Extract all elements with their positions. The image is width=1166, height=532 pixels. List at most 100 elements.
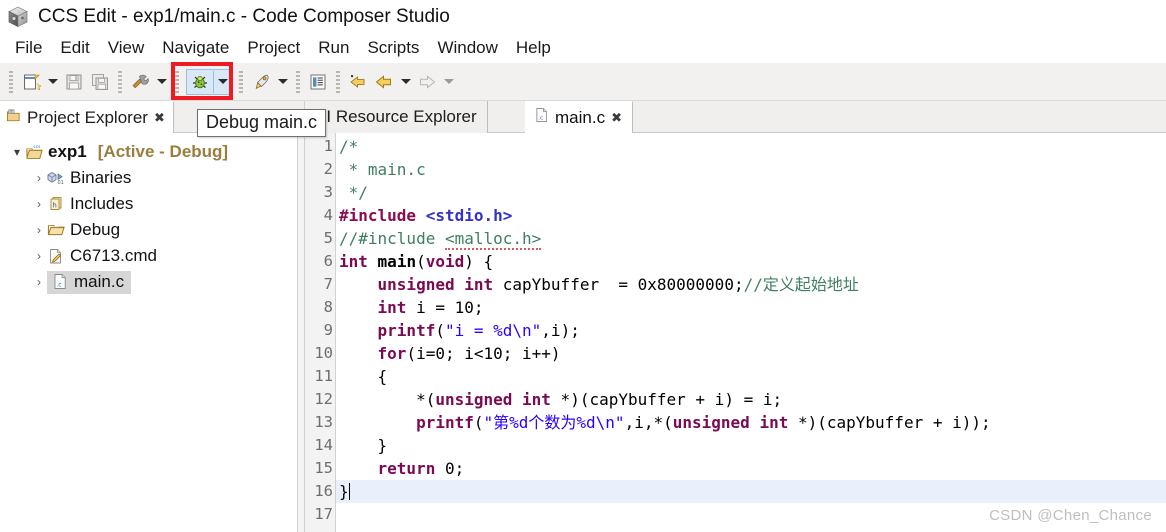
line-number: 1 xyxy=(323,137,333,155)
code-content[interactable]: /* * main.c */ #include <stdio.h> //#inc… xyxy=(336,133,1166,532)
title-bar: CCS Edit - exp1/main.c - Code Composer S… xyxy=(0,0,1166,33)
svg-text:ccs: ccs xyxy=(33,144,40,149)
tree-item-debug[interactable]: › Debug xyxy=(0,217,304,243)
toolbar-grip[interactable] xyxy=(9,70,13,93)
line-number: 11 xyxy=(314,367,333,385)
binaries-icon: 01 xyxy=(46,170,66,186)
menu-item-project[interactable]: Project xyxy=(238,36,309,60)
tree-item-binaries[interactable]: › 01 Binaries xyxy=(0,165,304,191)
tab-ti-resource-explorer-label: TI Resource Explorer xyxy=(316,107,477,126)
forward-button[interactable] xyxy=(414,69,440,95)
chevron-right-icon[interactable]: › xyxy=(32,275,46,289)
tree-item-includes-label: Includes xyxy=(70,194,134,213)
line-number: 6 xyxy=(323,252,333,270)
code-line-9: printf("i = %d\n",i); xyxy=(377,321,580,340)
tab-ti-resource-explorer[interactable]: TI Resource Explorer xyxy=(306,101,488,133)
chevron-right-icon[interactable]: › xyxy=(32,249,46,263)
chevron-right-icon[interactable]: › xyxy=(32,197,46,211)
ccs-project-folder-icon: ccs xyxy=(24,144,44,161)
panel-splitter[interactable] xyxy=(297,133,305,532)
save-all-button[interactable] xyxy=(87,69,113,95)
menu-item-window[interactable]: Window xyxy=(428,36,506,60)
code-line-12: *(unsigned int *)(capYbuffer + i) = i; xyxy=(339,390,783,409)
line-number: 8 xyxy=(323,298,333,316)
tree-item-c6713-cmd[interactable]: › C6713.cmd xyxy=(0,243,304,269)
chevron-down-icon[interactable]: ▾ xyxy=(10,145,24,159)
chevron-right-icon[interactable]: › xyxy=(32,223,46,237)
new-button[interactable] xyxy=(18,69,44,95)
outline-toggle-button[interactable] xyxy=(305,69,331,95)
line-number: 9 xyxy=(323,321,333,339)
build-button[interactable] xyxy=(127,69,153,95)
tree-item-main-c-selection: .c main.c xyxy=(47,270,132,294)
cmd-file-icon xyxy=(46,248,66,265)
close-icon[interactable]: ✖ xyxy=(611,111,622,124)
tree-item-c6713-cmd-label: C6713.cmd xyxy=(70,246,157,265)
line-number: 4 xyxy=(323,206,333,224)
menu-item-run[interactable]: Run xyxy=(309,36,358,60)
debug-button-group[interactable] xyxy=(186,68,232,95)
run-button[interactable] xyxy=(248,69,274,95)
line-number: 16 xyxy=(314,482,333,500)
line-number: 14 xyxy=(314,436,333,454)
debug-button[interactable] xyxy=(187,69,213,95)
close-icon[interactable]: ✖ xyxy=(154,111,165,124)
line-number: 3 xyxy=(323,183,333,201)
tree-item-exp1[interactable]: ▾ ccs exp1 [Active - Debug] xyxy=(0,139,304,165)
code-line-10: for(i=0; i<10; i++) xyxy=(377,344,561,363)
tab-project-explorer[interactable]: Project Explorer ✖ xyxy=(0,101,174,133)
code-editor[interactable]: 1 2 3 4 5 6 7 8 9 10 11 12 13 14 15 16 1… xyxy=(306,133,1166,532)
tree-item-binaries-label: Binaries xyxy=(70,168,132,187)
build-dropdown-arrow[interactable] xyxy=(153,69,170,95)
ccs-window: CCS Edit - exp1/main.c - Code Composer S… xyxy=(0,0,1166,532)
ccs-cube-icon xyxy=(6,5,30,29)
line-number: 2 xyxy=(323,160,333,178)
code-line-8: int i = 10; xyxy=(377,298,484,317)
editor-area: TI Resource Explorer .c main.c ✖ 1 2 3 4… xyxy=(306,101,1166,532)
tab-main-c[interactable]: .c main.c ✖ xyxy=(525,101,633,133)
code-line-4: #include <stdio.h> xyxy=(339,206,513,225)
menu-item-help[interactable]: Help xyxy=(507,36,560,60)
line-number: 13 xyxy=(314,413,333,431)
menu-item-scripts[interactable]: Scripts xyxy=(358,36,428,60)
menu-item-edit[interactable]: Edit xyxy=(51,36,98,60)
line-number-gutter: 1 2 3 4 5 6 7 8 9 10 11 12 13 14 15 16 1… xyxy=(306,133,336,532)
window-title: CCS Edit - exp1/main.c - Code Composer S… xyxy=(38,5,450,27)
menu-item-file[interactable]: File xyxy=(6,36,51,60)
includes-icon: h xyxy=(46,196,66,212)
tab-main-c-label: main.c xyxy=(555,107,606,127)
new-dropdown-arrow[interactable] xyxy=(44,69,61,95)
code-line-11: { xyxy=(339,367,388,386)
toolbar-grip-4[interactable] xyxy=(239,70,243,93)
line-number: 7 xyxy=(323,275,333,293)
toolbar-grip-6[interactable] xyxy=(336,70,340,93)
code-line-7: unsigned int capYbuffer = 0x80000000;//定… xyxy=(377,275,859,294)
toolbar-grip-3[interactable] xyxy=(175,70,179,93)
tree-item-exp1-status: [Active - Debug] xyxy=(97,142,229,161)
code-line-3: */ xyxy=(339,183,368,202)
line-number: 5 xyxy=(323,229,333,247)
text-cursor xyxy=(348,483,350,500)
menu-item-navigate[interactable]: Navigate xyxy=(153,36,238,60)
menu-bar: File Edit View Navigate Project Run Scri… xyxy=(0,33,1166,63)
project-explorer-icon xyxy=(6,108,21,128)
run-dropdown-arrow[interactable] xyxy=(274,69,291,95)
debug-dropdown-arrow[interactable] xyxy=(214,69,231,95)
chevron-right-icon[interactable]: › xyxy=(32,171,46,185)
back-button[interactable] xyxy=(371,69,397,95)
c-file-icon: .c xyxy=(50,273,70,290)
toolbar-grip-5[interactable] xyxy=(296,70,300,93)
forward-dropdown-arrow[interactable] xyxy=(440,69,457,95)
back-to-button[interactable] xyxy=(345,69,371,95)
editor-tabbar: TI Resource Explorer .c main.c ✖ xyxy=(306,101,1166,133)
tree-item-debug-label: Debug xyxy=(70,220,121,239)
svg-text:h: h xyxy=(52,201,56,209)
tree-item-includes[interactable]: › h Includes xyxy=(0,191,304,217)
tree-item-main-c[interactable]: › .c main.c xyxy=(0,269,304,295)
menu-item-view[interactable]: View xyxy=(99,36,154,60)
save-button[interactable] xyxy=(61,69,87,95)
code-line-16: } xyxy=(336,480,1166,503)
code-line-15: return 0; xyxy=(377,459,465,478)
toolbar-grip-2[interactable] xyxy=(118,70,122,93)
back-dropdown-arrow[interactable] xyxy=(397,69,414,95)
